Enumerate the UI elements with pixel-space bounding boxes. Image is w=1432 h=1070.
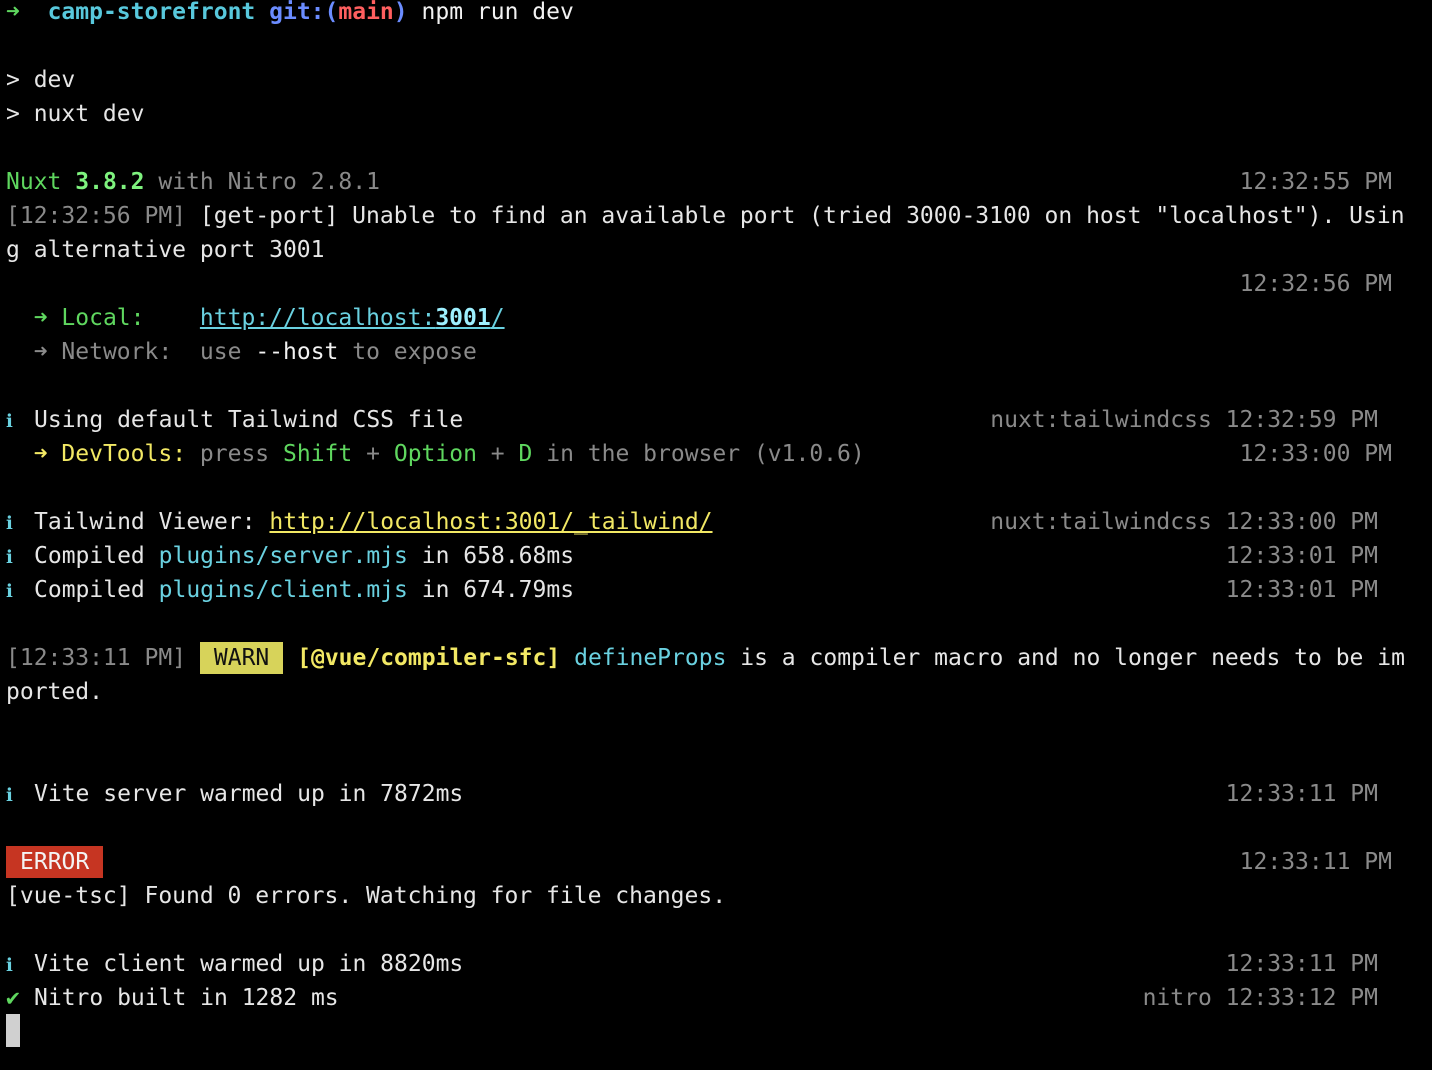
script-line-dev: > dev (6, 67, 76, 93)
getport-text-2: g alternative port 3001 (6, 237, 325, 263)
tailwind-viewer-link[interactable]: http://localhost:3001/_tailwind/ (269, 509, 712, 535)
info-icon: ℹ (6, 411, 13, 432)
timestamp: 12:32:55 PM (1239, 169, 1392, 195)
nitro-built-text: Nitro built in 1282 ms (34, 985, 339, 1011)
devtools-line: ➜ DevTools: press Shift + Option + D in … (6, 437, 865, 471)
compiled-rest: in 658.68ms (421, 543, 575, 569)
info-icon: ℹ (6, 955, 13, 976)
local-url-suffix: / (490, 305, 505, 331)
script-line-nuxt-dev: > nuxt dev (6, 101, 145, 127)
compiled-file: plugins/client.mjs (158, 577, 408, 603)
nitro-with: with Nitro (158, 169, 297, 195)
devtools-key-shift: Shift (283, 441, 353, 467)
getport-text-1: [get-port] Unable to find an available p… (186, 203, 1405, 229)
error-badge: ERROR (6, 846, 104, 878)
warn-line-1: [12:33:11 PM] WARN [@vue/compiler-sfc] d… (6, 641, 1405, 675)
nuxt-name: Nuxt (6, 169, 62, 195)
vite-server-text: Vite server warmed up in 7872ms (34, 781, 464, 807)
timestamp: 12:33:00 PM (1239, 441, 1392, 467)
nitro-built-line: ✔ Nitro built in 1282 ms (6, 981, 339, 1015)
info-icon: ℹ (6, 513, 13, 534)
log-tag: nuxt:tailwindcss (990, 509, 1212, 535)
compiled-rest: in 674.79ms (421, 577, 575, 603)
network-rest: to expose (352, 339, 477, 365)
check-icon: ✔ (6, 985, 20, 1011)
info-icon: ℹ (6, 785, 13, 806)
getport-time: [12:32:56 PM] (6, 203, 187, 229)
devtools-plus-2: + (490, 441, 505, 467)
tailwind-default-line: ℹ Using default Tailwind CSS file (6, 403, 463, 437)
tailwind-default-text: Using default Tailwind CSS file (34, 407, 464, 433)
log-tag: nuxt:tailwindcss (990, 407, 1212, 433)
tailwind-viewer-line: ℹ Tailwind Viewer: http://localhost:3001/… (6, 505, 713, 539)
warn-text-2: ported. (6, 679, 103, 705)
tag-timestamp: nuxt:tailwindcss 12:33:00 PM (990, 505, 1378, 539)
timestamp: 12:33:11 PM (1239, 849, 1392, 875)
warn-badge: WARN (199, 642, 284, 674)
warn-time: [12:33:11 PM] (6, 645, 187, 671)
network-arrow-icon: ➜ (33, 339, 48, 365)
network-line: ➜ Network: use --host to expose (6, 335, 477, 369)
timestamp: 12:33:00 PM (1225, 509, 1378, 535)
local-url-link[interactable]: http://localhost:3001/ (200, 305, 505, 331)
git-prefix: git:( (269, 0, 339, 25)
timestamp: 12:33:01 PM (1225, 577, 1378, 603)
warn-source: [@vue/compiler-sfc] (297, 645, 561, 671)
shell-prompt: ➜ camp-storefront git:(main) npm run dev (6, 0, 574, 29)
network-flag: --host (255, 339, 339, 365)
devtools-arrow-icon: ➜ (33, 441, 48, 467)
timestamp: 12:33:01 PM (1225, 543, 1378, 569)
local-url-prefix: http://localhost: (199, 305, 436, 331)
info-icon: ℹ (6, 581, 13, 602)
vite-client-text: Vite client warmed up in 8820ms (34, 951, 464, 977)
prompt-directory: camp-storefront (47, 0, 256, 25)
devtools-rest: in the browser (v1.0.6) (546, 441, 865, 467)
nuxt-version-line: Nuxt 3.8.2 with Nitro 2.8.1 (6, 165, 380, 199)
compiled-word: Compiled (34, 577, 145, 603)
timestamp: 12:32:56 PM (1239, 271, 1392, 297)
terminal-cursor[interactable] (6, 1014, 20, 1047)
devtools-press: press (199, 441, 270, 467)
nuxt-version: 3.8.2 (75, 169, 145, 195)
timestamp: 12:32:59 PM (1225, 407, 1378, 433)
devtools-plus-1: + (366, 441, 380, 467)
tag-timestamp: nuxt:tailwindcss 12:32:59 PM (990, 403, 1378, 437)
timestamp: 12:33:11 PM (1225, 951, 1378, 977)
warn-macro: defineProps (574, 645, 727, 671)
prompt-command: npm run dev (421, 0, 574, 25)
git-suffix: ) (393, 0, 408, 25)
error-text: [vue-tsc] Found 0 errors. Watching for f… (6, 883, 727, 909)
compiled-word: Compiled (34, 543, 145, 569)
tailwind-viewer-label: Tailwind Viewer: (34, 509, 256, 535)
devtools-key-d: D (518, 441, 533, 467)
local-url-port: 3001 (435, 305, 491, 331)
getport-line-1: [12:32:56 PM] [get-port] Unable to find … (6, 199, 1405, 233)
nitro-version: 2.8.1 (310, 169, 380, 195)
local-label: Local: (61, 305, 145, 331)
compiled-file: plugins/server.mjs (158, 543, 408, 569)
local-arrow-icon: ➜ (33, 305, 48, 331)
network-label: Network: (61, 339, 173, 365)
compiled-client-line: ℹ Compiled plugins/client.mjs in 674.79ms (6, 573, 574, 607)
error-line: ERROR (6, 845, 104, 879)
vite-server-line: ℹ Vite server warmed up in 7872ms (6, 777, 463, 811)
tag-timestamp: nitro 12:33:12 PM (1143, 981, 1378, 1015)
warn-text-1: is a compiler macro and no longer needs … (726, 645, 1405, 671)
network-use: use (199, 339, 242, 365)
info-icon: ℹ (6, 547, 13, 568)
timestamp: 12:33:12 PM (1225, 985, 1378, 1011)
git-branch: main (338, 0, 394, 25)
local-url-line: ➜ Local: http://localhost:3001/ (6, 301, 505, 335)
compiled-server-line: ℹ Compiled plugins/server.mjs in 658.68ms (6, 539, 574, 573)
timestamp: 12:33:11 PM (1225, 781, 1378, 807)
prompt-arrow-icon: ➜ (6, 0, 20, 25)
devtools-label: DevTools: (61, 441, 187, 467)
devtools-key-option: Option (393, 441, 477, 467)
terminal-window[interactable]: ➜ camp-storefront git:(main) npm run dev… (0, 0, 1432, 1070)
vite-client-line: ℹ Vite client warmed up in 8820ms (6, 947, 463, 981)
log-tag: nitro (1142, 985, 1212, 1011)
